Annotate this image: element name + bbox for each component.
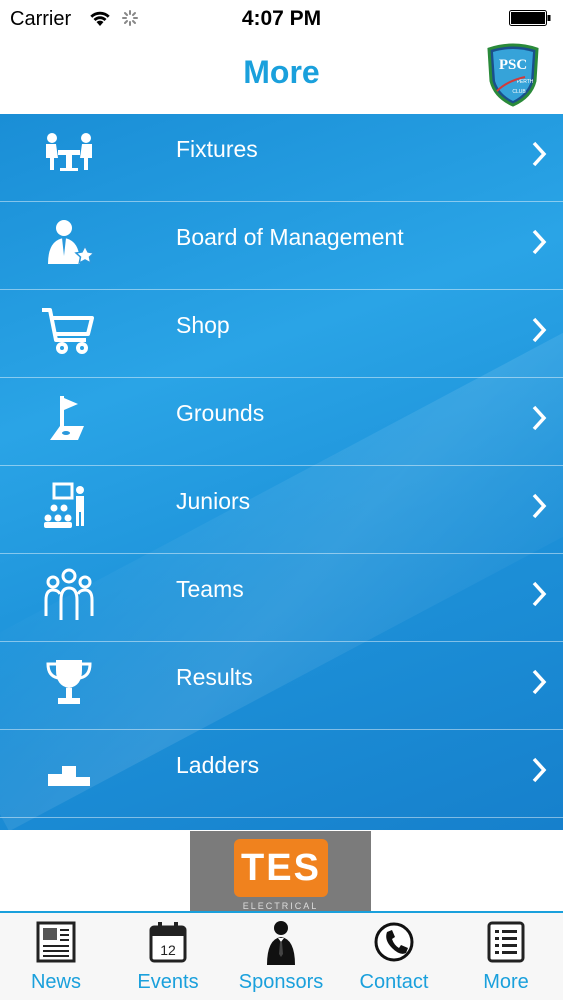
navigation-bar: More PSC PERTH CLUB [0,38,563,114]
chevron-right-icon [532,229,547,255]
logo-bottom-text: CLUB [512,89,526,95]
menu-item-label: Ladders [176,752,260,778]
chevron-right-icon [532,141,547,167]
menu-item-grounds[interactable]: Grounds [0,378,563,466]
tab-events[interactable]: 12 Events [112,913,224,1000]
tab-contact[interactable]: Contact [338,913,450,1000]
menu-item-label: Teams [176,576,244,602]
tab-label: More [483,971,529,993]
menu-item-juniors[interactable]: Juniors [0,466,563,554]
menu-item-shop[interactable]: Shop [0,290,563,378]
grounds-flag-icon [50,396,84,440]
status-bar: Carrier 4:07 PM [0,0,563,38]
sponsor-ad-banner[interactable]: TES ELECTRICAL [190,831,371,911]
club-crest-logo: PSC PERTH CLUB [487,43,539,107]
menu-item-ladders[interactable]: Ladders [0,730,563,818]
list-icon [487,921,525,963]
podium-icon [48,766,90,786]
calendar-icon: 12 [149,922,187,963]
tab-news[interactable]: News [0,913,112,1000]
ad-sub-text: ELECTRICAL [242,901,319,911]
businessman-icon [267,921,295,965]
battery-icon [509,10,551,26]
menu-item-label: Board of Management [176,224,404,250]
logo-side-text: PERTH [517,79,534,85]
menu-item-teams[interactable]: Teams [0,554,563,642]
menu-item-label: Fixtures [176,136,258,162]
newspaper-icon [36,921,76,963]
menu-item-label: Juniors [176,488,251,514]
juniors-icon [44,482,84,528]
menu-item-results[interactable]: Results [0,642,563,730]
chevron-right-icon [532,581,547,607]
board-icon [48,220,96,265]
tab-bar: News 12 Events Sponsors Contact More [0,911,563,1000]
chevron-right-icon [532,493,547,519]
menu-item-label: Grounds [176,400,265,426]
page-title: More [243,54,320,90]
tab-more[interactable]: More [450,913,562,1000]
logo-main-text: PSC [499,57,527,73]
tes-logo: TES [234,839,328,897]
chevron-right-icon [532,669,547,695]
tab-sponsors[interactable]: Sponsors [225,913,337,1000]
teams-icon [44,568,94,620]
menu-item-label: Shop [176,312,230,338]
clock-time: 4:07 PM [241,7,322,30]
shopping-cart-icon [42,308,94,354]
menu-item-label: Results [176,664,253,690]
chevron-right-icon [532,405,547,431]
calendar-day-text: 12 [160,942,176,958]
chevron-right-icon [532,757,547,783]
phone-icon [374,922,414,962]
more-menu-list: Fixtures Board of Management Shop Ground… [0,114,563,830]
menu-item-board-of-management[interactable]: Board of Management [0,202,563,290]
menu-item-fixtures[interactable]: Fixtures [0,114,563,202]
chevron-right-icon [532,317,547,343]
fixtures-icon [46,133,92,171]
trophy-icon [46,660,92,704]
ad-logo-text: TES [241,847,321,889]
